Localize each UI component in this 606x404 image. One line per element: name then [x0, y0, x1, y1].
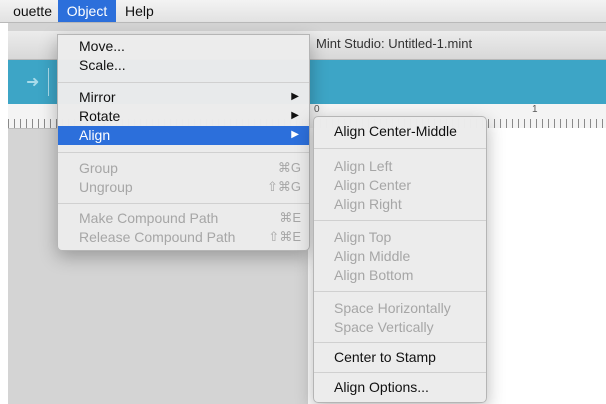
- menu-item-align-center-middle[interactable]: Align Center-Middle: [314, 120, 486, 142]
- menu-item-rotate[interactable]: Rotate ▶: [58, 107, 309, 126]
- align-submenu: Align Center-Middle Align Left Align Cen…: [313, 116, 487, 403]
- menu-bar: ouette Object Help: [0, 0, 606, 23]
- window-title: Mint Studio: Untitled-1.mint: [316, 36, 473, 51]
- menu-item-move[interactable]: Move...: [58, 37, 309, 56]
- menu-item-group[interactable]: Group ⌘G: [58, 159, 309, 178]
- menu-item-space-horizontally[interactable]: Space Horizontally: [314, 299, 486, 318]
- menu-item-center-to-stamp[interactable]: Center to Stamp: [314, 348, 486, 367]
- menu-separator: [58, 152, 309, 153]
- menu-item-ungroup[interactable]: Ungroup ⇧⌘G: [58, 178, 309, 197]
- menu-item-align-left[interactable]: Align Left: [314, 157, 486, 176]
- chevron-right-icon: ▶: [291, 129, 299, 140]
- menu-item-align-center[interactable]: Align Center: [314, 176, 486, 195]
- menu-item-align-right[interactable]: Align Right: [314, 195, 486, 214]
- chevron-right-icon: ▶: [291, 110, 299, 121]
- menu-item-align[interactable]: Align ▶: [58, 126, 309, 145]
- menu-item-align-bottom[interactable]: Align Bottom: [314, 266, 486, 285]
- menubar-item-help[interactable]: Help: [125, 0, 154, 22]
- menu-item-scale[interactable]: Scale...: [58, 56, 309, 75]
- ruler-label-0: 0: [314, 104, 320, 115]
- menu-separator: [314, 291, 486, 292]
- menu-item-align-top[interactable]: Align Top: [314, 228, 486, 247]
- shortcut-release-compound-path: ⇧⌘E: [268, 229, 301, 244]
- menu-item-release-compound-path[interactable]: Release Compound Path ⇧⌘E: [58, 228, 309, 247]
- toolbar-divider: [48, 68, 49, 96]
- menubar-item-silhouette[interactable]: ouette: [0, 0, 54, 22]
- ruler-label-1: 1: [532, 104, 538, 115]
- shortcut-group: ⌘G: [277, 160, 301, 175]
- menu-separator: [314, 342, 486, 343]
- menu-item-align-options[interactable]: Align Options...: [314, 378, 486, 397]
- shortcut-make-compound-path: ⌘E: [279, 210, 301, 225]
- chevron-right-icon: ▶: [291, 91, 299, 102]
- menubar-item-object[interactable]: Object: [58, 0, 116, 22]
- menu-separator: [314, 148, 486, 149]
- menu-item-align-middle[interactable]: Align Middle: [314, 247, 486, 266]
- arrow-right-icon[interactable]: ➜: [26, 72, 39, 92]
- menu-item-space-vertically[interactable]: Space Vertically: [314, 318, 486, 337]
- menu-item-make-compound-path[interactable]: Make Compound Path ⌘E: [58, 209, 309, 228]
- shortcut-ungroup: ⇧⌘G: [266, 179, 301, 194]
- menu-separator: [58, 82, 309, 83]
- object-menu: Move... Scale... Mirror ▶ Rotate ▶ Align…: [57, 34, 310, 251]
- menu-separator: [58, 203, 309, 204]
- menu-separator: [314, 372, 486, 373]
- menu-separator: [314, 220, 486, 221]
- menu-item-mirror[interactable]: Mirror ▶: [58, 88, 309, 107]
